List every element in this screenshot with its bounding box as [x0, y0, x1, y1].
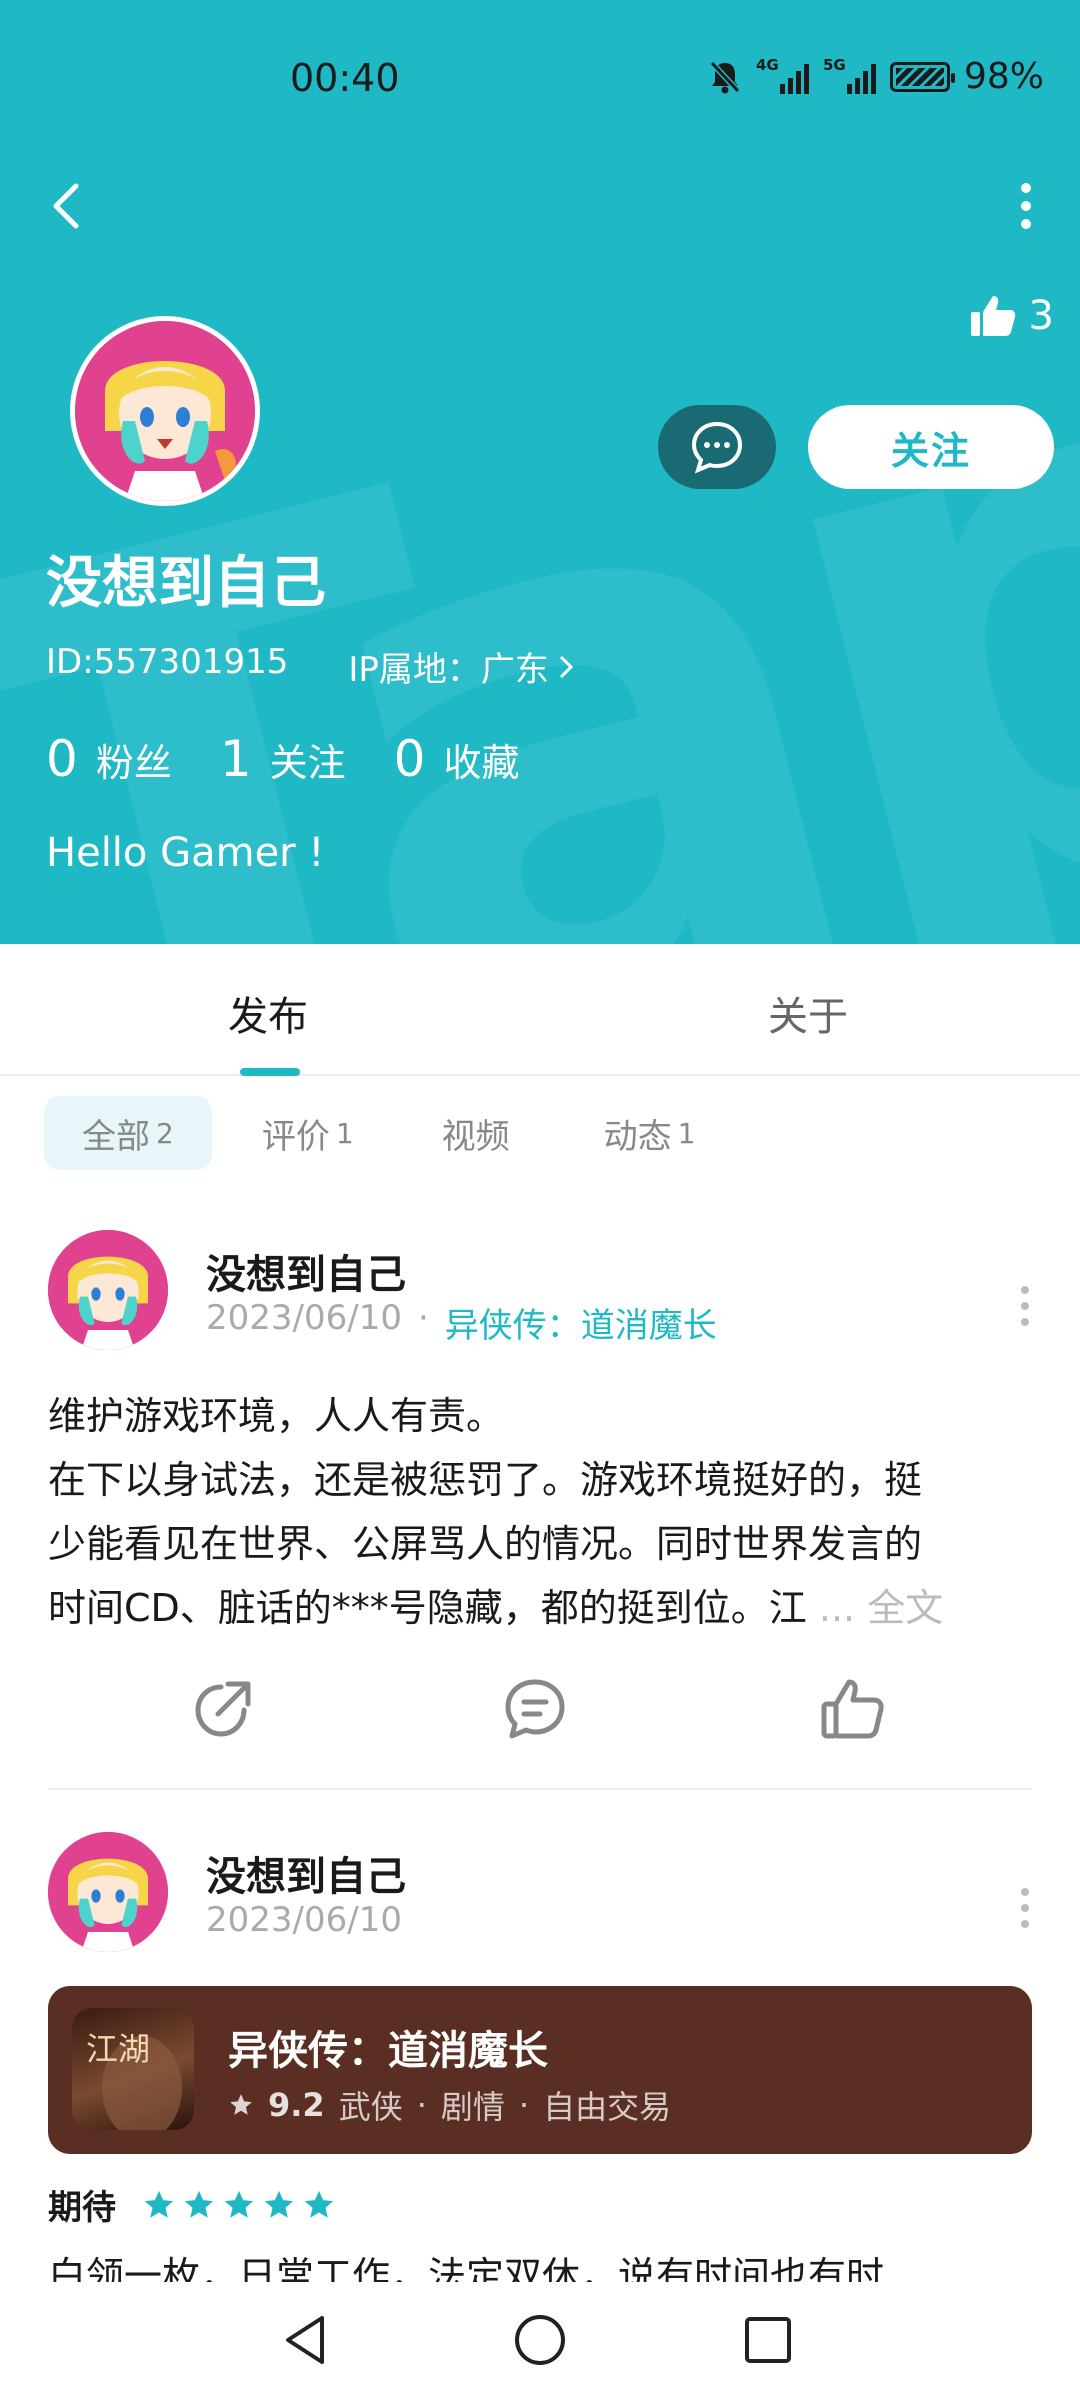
- status-icons: 4G 5G 98%: [708, 56, 1044, 97]
- tag-separator: ·: [518, 2086, 530, 2124]
- system-nav-bar: [0, 2282, 1080, 2400]
- post-author-name[interactable]: 没想到自己: [206, 1242, 406, 1300]
- more-vertical-icon[interactable]: [998, 176, 1054, 236]
- star-icon: [224, 2190, 254, 2218]
- filter-moments[interactable]: 动态 1: [566, 1096, 734, 1170]
- chat-bubble-icon: [691, 421, 743, 474]
- post-author-name[interactable]: 没想到自己: [206, 1844, 406, 1902]
- share-icon[interactable]: [188, 1674, 258, 1744]
- star-icon: [304, 2190, 334, 2218]
- post-actions: [0, 1674, 1080, 1754]
- post-card[interactable]: 没想到自己 2023/06/10 江湖 异侠传：道消魔长 9.2 武侠 · 剧情…: [0, 1828, 1080, 2282]
- svg-text:江湖: 江湖: [86, 2030, 150, 2068]
- post-line-last: 时间CD、脏话的***号隐藏，都的挺到位。江 ... 全文: [48, 1586, 944, 1630]
- profile-avatar[interactable]: [70, 316, 260, 506]
- read-more-link[interactable]: 全文: [867, 1586, 943, 1630]
- review-preview-text: 白领一枚，日常工作，法定双休，说有时间也有时: [48, 2254, 885, 2282]
- avatar-illustration: [75, 321, 255, 501]
- filter-reviews[interactable]: 评价 1: [224, 1096, 392, 1170]
- post-date: 2023/06/10: [206, 1298, 402, 1338]
- profile-username: 没想到自己: [46, 551, 326, 616]
- review-label-text: 期待: [48, 2188, 116, 2228]
- profile-meta: ID:557301915 IP属地：广东: [46, 642, 575, 691]
- profile-tabs: 发布 关于: [0, 944, 1080, 1076]
- post-line: 在下以身试法，还是被惩罚了。游戏环境挺好的，挺: [48, 1458, 923, 1502]
- profile-like-count[interactable]: 3: [969, 292, 1054, 340]
- nav-recents-icon[interactable]: [738, 2310, 798, 2370]
- game-tag: 剧情: [440, 2088, 505, 2126]
- signal-4g-icon: 4G: [756, 56, 809, 94]
- profile-bio: Hello Gamer !: [46, 830, 325, 876]
- battery-percent: 98%: [963, 56, 1044, 97]
- post-meta: 2023/06/10: [206, 1900, 402, 1940]
- signal-5g-icon: 5G: [823, 56, 876, 94]
- star-icon: [264, 2190, 294, 2218]
- profile-header: TapTap 00:40 4G 5G 98% 3 关注 没想到自己 ID:557…: [0, 0, 1080, 944]
- game-icon-art: 江湖: [86, 2030, 182, 2130]
- stat-favorites[interactable]: 0 收藏: [394, 730, 520, 788]
- post-card[interactable]: 没想到自己 2023/06/10 · 异侠传：道消魔长 维护游戏环境，人人有责。…: [0, 1226, 1080, 1796]
- status-time: 00:40: [290, 56, 400, 100]
- game-icon: 江湖: [72, 2008, 194, 2130]
- game-meta: 9.2 武侠 · 剧情 · 自由交易: [228, 2082, 671, 2128]
- comment-icon[interactable]: [500, 1674, 570, 1744]
- review-rating: 期待: [48, 2180, 336, 2229]
- game-score: 9.2: [268, 2086, 325, 2124]
- game-tag: 武侠: [338, 2088, 403, 2126]
- tab-posts[interactable]: 发布: [228, 984, 308, 1042]
- post-divider: [48, 1788, 1032, 1790]
- game-card[interactable]: 江湖 异侠传：道消魔长 9.2 武侠 · 剧情 · 自由交易: [48, 1986, 1032, 2154]
- back-arrow-icon[interactable]: [40, 176, 96, 236]
- nav-home-icon[interactable]: [510, 2310, 570, 2370]
- chevron-right-icon: [559, 655, 574, 678]
- mute-bell-icon: [709, 60, 741, 93]
- post-date: 2023/06/10: [206, 1900, 402, 1940]
- post-author-avatar[interactable]: [48, 1230, 168, 1350]
- stat-followers[interactable]: 0 粉丝: [46, 730, 172, 788]
- user-id: ID:557301915: [46, 642, 289, 682]
- review-preview[interactable]: 白领一枚，日常工作，法定双休，说有时间也有时: [48, 2244, 1038, 2282]
- tag-separator: ·: [416, 2086, 427, 2124]
- post-more-icon[interactable]: [1010, 1878, 1040, 1938]
- meta-separator: ·: [417, 1298, 429, 1338]
- nav-back-icon[interactable]: [278, 2310, 338, 2370]
- filter-videos[interactable]: 视频: [404, 1096, 554, 1170]
- post-filters: 全部 2 评价 1 视频 动态 1: [44, 1096, 733, 1170]
- message-button[interactable]: [658, 405, 776, 489]
- battery-icon: [889, 61, 955, 92]
- star-icon: [184, 2190, 214, 2218]
- tab-indicator: [240, 1068, 300, 1076]
- post-meta: 2023/06/10 · 异侠传：道消魔长: [206, 1298, 717, 1347]
- follow-button[interactable]: 关注: [808, 405, 1054, 489]
- post-game-link[interactable]: 异侠传：道消魔长: [445, 1298, 717, 1347]
- profile-stats: 0 粉丝 1 关注 0 收藏: [46, 730, 519, 788]
- post-more-icon[interactable]: [1010, 1276, 1040, 1336]
- star-icon: [230, 2094, 252, 2115]
- rating-stars: [142, 2188, 336, 2222]
- tab-about[interactable]: 关于: [768, 984, 848, 1042]
- stat-following[interactable]: 1 关注: [220, 730, 346, 788]
- game-title: 异侠传：道消魔长: [228, 2028, 548, 2074]
- thumbs-up-icon[interactable]: [818, 1674, 888, 1744]
- avatar-illustration: [48, 1230, 168, 1350]
- star-icon: [144, 2190, 174, 2218]
- thumbs-up-icon: [970, 296, 1015, 336]
- post-line: 维护游戏环境，人人有责。: [48, 1394, 505, 1438]
- status-bar: 00:40 4G 5G 98%: [0, 0, 1080, 160]
- ip-location-link[interactable]: IP属地：广东: [348, 642, 575, 691]
- ip-location-label: IP属地：广东: [348, 650, 549, 690]
- avatar-illustration: [48, 1832, 168, 1952]
- post-line: 少能看见在世界、公屏骂人的情况。同时世界发言的: [48, 1522, 923, 1566]
- post-author-avatar[interactable]: [48, 1832, 168, 1952]
- post-ellipsis: ...: [818, 1586, 856, 1630]
- filter-all[interactable]: 全部 2: [44, 1096, 212, 1170]
- game-tag: 自由交易: [543, 2088, 672, 2126]
- post-body[interactable]: 维护游戏环境，人人有责。 在下以身试法，还是被惩罚了。游戏环境挺好的，挺 少能看…: [48, 1384, 1038, 1640]
